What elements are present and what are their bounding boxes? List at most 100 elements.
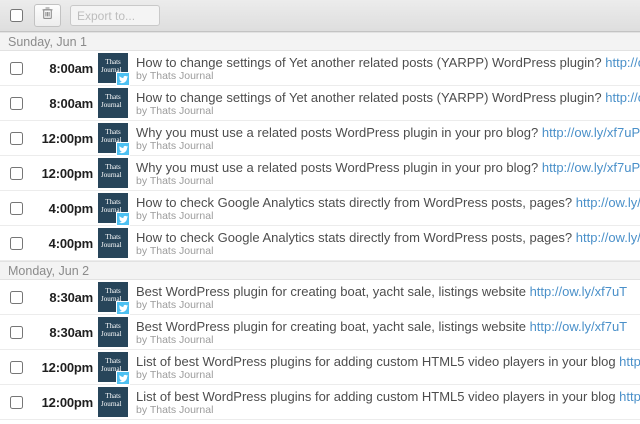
post-author: by Thats Journal: [136, 139, 214, 152]
row-checkbox[interactable]: [10, 201, 23, 215]
avatar: Thats Journal: [98, 158, 128, 188]
twitter-icon: [116, 301, 130, 315]
post-row[interactable]: 8:00am Thats Journal How to change settin…: [0, 51, 640, 86]
post-link[interactable]: http://ow.ly/xf7uR: [576, 230, 640, 245]
post-title: How to change settings of Yet another re…: [136, 90, 640, 105]
post-time: 8:00am: [49, 95, 93, 111]
post-link[interactable]: http://ow.ly/xf7uP: [542, 160, 640, 175]
avatar: Thats Journal: [98, 53, 130, 86]
post-author: by Thats Journal: [136, 209, 214, 222]
select-all-checkbox[interactable]: [10, 9, 23, 22]
post-content: How to check Google Analytics stats dire…: [136, 230, 640, 257]
avatar-label: Thats Journal: [101, 322, 122, 338]
network-grid-icon: [116, 177, 130, 191]
avatar-label: Thats Journal: [101, 58, 122, 74]
post-link[interactable]: http://ow.ly/xf7uT: [530, 284, 628, 299]
network-grid-icon: [116, 406, 130, 420]
post-author: by Thats Journal: [136, 368, 214, 381]
post-title: How to change settings of Yet another re…: [136, 55, 640, 70]
post-title: How to check Google Analytics stats dire…: [136, 230, 640, 245]
post-row[interactable]: 8:30am Thats Journal Best WordPress plugi…: [0, 315, 640, 350]
row-checkbox[interactable]: [10, 325, 23, 339]
row-checkbox[interactable]: [10, 166, 23, 180]
date-section: Monday, Jun 2 8:30am Thats Journal Best W…: [0, 261, 640, 420]
avatar: Thats Journal: [98, 387, 128, 417]
post-content: How to check Google Analytics stats dire…: [136, 195, 640, 222]
post-link[interactable]: http://ow.ly/xf7uT: [530, 319, 628, 334]
post-row[interactable]: 8:00am Thats Journal How to change settin…: [0, 86, 640, 121]
network-grid-icon: [116, 247, 130, 261]
post-title: List of best WordPress plugins for addin…: [136, 389, 640, 404]
row-checkbox[interactable]: [10, 61, 23, 75]
twitter-icon: [116, 72, 130, 86]
post-content: How to change settings of Yet another re…: [136, 90, 640, 117]
network-grid-icon: [116, 336, 130, 350]
twitter-icon: [116, 371, 130, 385]
post-title: Why you must use a related posts WordPre…: [136, 159, 640, 175]
post-title: Why you must use a related posts WordPre…: [136, 124, 640, 140]
delete-button[interactable]: [34, 4, 61, 27]
trash-icon: [41, 6, 54, 25]
avatar-label: Thats Journal: [101, 233, 122, 249]
post-author: by Thats Journal: [136, 174, 214, 187]
post-title: Best WordPress plugin for creating boat,…: [136, 318, 628, 334]
post-content: List of best WordPress plugins for addin…: [136, 389, 640, 416]
post-time: 4:00pm: [48, 235, 94, 251]
post-title: How to check Google Analytics stats dire…: [136, 195, 640, 210]
row-checkbox[interactable]: [10, 360, 23, 374]
post-time: 12:00pm: [41, 394, 94, 410]
post-row[interactable]: 12:00pm Thats Journal List of best WordPr…: [0, 350, 640, 385]
post-author: by Thats Journal: [136, 244, 214, 257]
post-link[interactable]: http://ow.ly/xf7uR: [576, 195, 640, 210]
post-list: Sunday, Jun 1 8:00am Thats Journal How to…: [0, 32, 640, 420]
post-link[interactable]: http://ow.ly/xf7uV: [619, 354, 640, 369]
avatar-label: Thats Journal: [101, 198, 122, 214]
avatar-label: Thats Journal: [101, 357, 122, 373]
post-time: 12:00pm: [41, 359, 94, 375]
post-link[interactable]: http://ow.ly/xf7uV: [619, 389, 640, 404]
avatar: Thats Journal: [98, 193, 130, 226]
avatar: Thats Journal: [98, 317, 128, 347]
post-content: How to change settings of Yet another re…: [136, 55, 640, 82]
row-checkbox[interactable]: [10, 236, 23, 250]
post-title: List of best WordPress plugins for addin…: [136, 354, 640, 369]
date-header: Sunday, Jun 1: [0, 32, 640, 51]
post-time: 8:30am: [49, 324, 93, 340]
post-time: 8:00am: [49, 60, 93, 76]
post-row[interactable]: 8:30am Thats Journal Best WordPress plugi…: [0, 280, 640, 315]
post-time: 12:00pm: [41, 130, 94, 146]
post-row[interactable]: 12:00pm Thats Journal Why you must use a …: [0, 121, 640, 156]
row-checkbox[interactable]: [10, 96, 23, 110]
avatar-label: Thats Journal: [101, 287, 122, 303]
post-author: by Thats Journal: [136, 104, 214, 117]
avatar-label: Thats Journal: [101, 163, 122, 179]
avatar-label: Thats Journal: [101, 93, 122, 109]
post-row[interactable]: 4:00pm Thats Journal How to check Google …: [0, 191, 640, 226]
post-author: by Thats Journal: [136, 403, 214, 416]
post-link[interactable]: http://ow.ly/xf7uP: [542, 125, 640, 140]
avatar: Thats Journal: [98, 228, 128, 258]
avatar: Thats Journal: [98, 352, 130, 385]
post-row[interactable]: 12:00pm Thats Journal Why you must use a …: [0, 156, 640, 191]
post-row[interactable]: 12:00pm Thats Journal List of best WordPr…: [0, 385, 640, 420]
row-checkbox[interactable]: [10, 395, 23, 409]
avatar: Thats Journal: [98, 282, 130, 315]
post-author: by Thats Journal: [136, 298, 214, 311]
export-input[interactable]: [70, 5, 160, 26]
row-checkbox[interactable]: [10, 131, 23, 145]
post-content: Why you must use a related posts WordPre…: [136, 125, 640, 152]
post-content: Best WordPress plugin for creating boat,…: [136, 319, 627, 346]
post-time: 4:00pm: [48, 200, 94, 216]
post-link[interactable]: http://ow.ly/xf7uM: [605, 55, 640, 70]
twitter-icon: [116, 212, 130, 226]
post-title: Best WordPress plugin for creating boat,…: [136, 283, 628, 299]
post-link[interactable]: http://ow.ly/xf7uM: [605, 90, 640, 105]
date-section: Sunday, Jun 1 8:00am Thats Journal How to…: [0, 32, 640, 261]
toolbar: [0, 0, 640, 32]
post-author: by Thats Journal: [136, 69, 214, 82]
post-content: List of best WordPress plugins for addin…: [136, 354, 640, 381]
network-grid-icon: [116, 107, 130, 121]
row-checkbox[interactable]: [10, 290, 23, 304]
avatar: Thats Journal: [98, 88, 128, 118]
post-row[interactable]: 4:00pm Thats Journal How to check Google …: [0, 226, 640, 261]
